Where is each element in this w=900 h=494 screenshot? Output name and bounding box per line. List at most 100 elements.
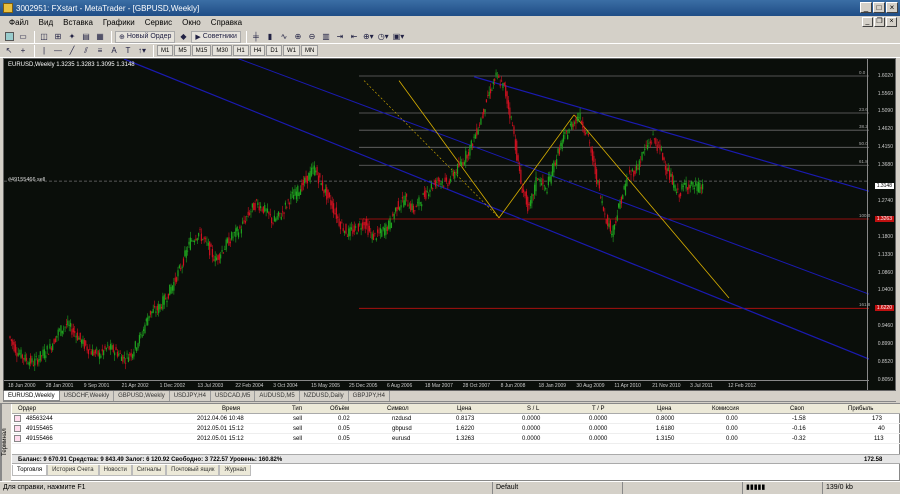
child-restore-button[interactable]: ❐ [874,17,885,27]
candle-body [542,178,544,185]
chart-tab-audusd[interactable]: AUDUSD,M5 [255,391,300,401]
channel-icon[interactable]: ⫽ [80,45,92,57]
child-minimize-button[interactable]: _ [862,17,873,27]
tab-news[interactable]: Новости [98,465,132,476]
chart-tab-nzdusd[interactable]: NZDUSD,Daily [300,391,349,401]
profiles-icon[interactable]: ▭ [17,31,29,43]
chart-tab-gbpjpy[interactable]: GBPJPY,H4 [349,391,390,401]
col-volume[interactable]: Объём [330,404,349,414]
menu-file[interactable]: Файл [4,17,34,29]
candlestick-icon[interactable]: ▮ [264,31,276,43]
trendline-icon[interactable]: ╱ [66,45,78,57]
candle-body [400,205,402,208]
arrow-icon[interactable]: ↑▾ [136,45,148,57]
col-price[interactable]: Цена [457,404,471,414]
crosshair-icon[interactable]: + [17,45,29,57]
metaeditor-icon[interactable]: ◆ [177,31,189,43]
order-row[interactable]: 48563244 2012.04.06 10:48 sell 0.02 nzdu… [12,414,900,424]
chart-tab-usdcad[interactable]: USDCAD,M5 [211,391,256,401]
col-sl[interactable]: S / L [527,404,539,414]
label-icon[interactable]: T [122,45,134,57]
timeframe-h1[interactable]: H1 [233,45,249,56]
fibonacci-icon[interactable]: ≡ [94,45,106,57]
col-time[interactable]: Время [222,404,240,414]
text-icon[interactable]: A [108,45,120,57]
time-tick-label: 30 Aug 2009 [576,383,605,389]
new-chart-icon[interactable] [3,31,15,43]
maximize-button[interactable]: □ [873,2,885,13]
candle-body [535,176,537,192]
bar-chart-icon[interactable]: ╪ [250,31,262,43]
menu-tools[interactable]: Сервис [140,17,177,29]
minimize-button[interactable]: _ [860,2,872,13]
data-window-icon[interactable]: ⊞ [52,31,64,43]
candle-body [118,353,120,356]
menu-insert[interactable]: Вставка [58,17,98,29]
horizontal-line-icon[interactable]: — [52,45,64,57]
menu-view[interactable]: Вид [34,17,58,29]
terminal-tabs: Торговля История Счета Новости Сигналы П… [12,465,252,476]
new-order-button[interactable]: ⊕ Новый Ордер [115,30,176,43]
templates-icon[interactable]: ▣▾ [392,31,406,43]
candle-body [83,339,85,349]
tab-account-history[interactable]: История Счета [47,465,99,476]
chart-shift-icon[interactable]: ⇤ [348,31,360,43]
tester-icon[interactable]: ▦ [94,31,106,43]
timeframe-d1[interactable]: D1 [266,45,283,56]
terminal-side-label[interactable]: Терминал [1,404,11,481]
zoom-out-icon[interactable]: ⊖ [306,31,318,43]
timeframe-m1[interactable]: M1 [157,45,174,56]
col-profit[interactable]: Прибыль [848,404,873,414]
navigator-icon[interactable]: ✦ [66,31,78,43]
timeframe-w1[interactable]: W1 [283,45,301,56]
order-row[interactable]: 49155465 2012.05.01 15:12 sell 0.05 gbpu… [12,424,900,434]
total-profit: 172.58 [864,457,883,463]
col-swap[interactable]: Своп [790,404,804,414]
order-id: 49155465 [26,426,53,432]
col-order[interactable]: Ордер [18,404,36,414]
indicators-icon[interactable]: ⊕▾ [362,31,375,43]
tile-windows-icon[interactable]: ▥ [320,31,332,43]
line-chart-icon[interactable]: ∿ [278,31,290,43]
candle-body [36,359,39,365]
col-tp[interactable]: T / P [592,404,605,414]
menu-window[interactable]: Окно [177,17,206,29]
cursor-icon[interactable]: ↖ [3,45,15,57]
tab-journal[interactable]: Журнал [219,465,252,476]
auto-scroll-icon[interactable]: ⇥ [334,31,346,43]
menu-help[interactable]: Справка [206,17,247,29]
chart-window[interactable]: EURUSD,Weekly 1.3235 1.3283 1.3095 1.314… [3,58,896,391]
status-bar: Для справки, нажмите F1 Default ▮▮▮▮▮ 13… [0,481,900,494]
timeframe-m5[interactable]: M5 [174,45,191,56]
timeframe-mn[interactable]: MN [301,45,319,56]
zoom-in-icon[interactable]: ⊕ [292,31,304,43]
experts-button[interactable]: ▶ Советники [191,30,241,43]
tab-trade[interactable]: Торговля [12,465,48,476]
col-symbol[interactable]: Символ [387,404,409,414]
candle-body [210,244,212,247]
close-button[interactable]: × [886,2,898,13]
tab-mailbox[interactable]: Почтовый ящик [166,465,220,476]
menu-charts[interactable]: Графики [98,17,140,29]
timeframe-m15[interactable]: M15 [191,45,212,56]
chart-tab-eurusd[interactable]: EURUSD,Weekly [3,391,60,401]
price-chart[interactable] [4,59,869,380]
chart-tab-usdjpy[interactable]: USDJPY,H4 [170,391,211,401]
col-commission[interactable]: Комиссия [712,404,739,414]
child-close-button[interactable]: × [886,17,897,27]
periods-icon[interactable]: ◷▾ [377,31,390,43]
market-watch-icon[interactable]: ◫ [38,31,50,43]
candle-body [89,349,91,351]
timeframe-m30[interactable]: M30 [212,45,233,56]
terminal-icon[interactable]: ▤ [80,31,92,43]
chart-tab-usdchf[interactable]: USDCHF,Weekly [60,391,115,401]
order-row[interactable]: 49155466 2012.05.01 15:12 sell 0.05 euru… [12,434,900,444]
vertical-line-icon[interactable]: | [38,45,50,57]
chart-tab-gbpusd[interactable]: GBPUSD,Weekly [114,391,170,401]
tab-signals[interactable]: Сигналы [131,465,167,476]
candle-body [702,184,704,190]
col-type[interactable]: Тип [292,404,302,414]
order-symbol: nzdusd [392,416,412,422]
col-current-price[interactable]: Цена [657,404,671,414]
timeframe-h4[interactable]: H4 [249,45,266,56]
